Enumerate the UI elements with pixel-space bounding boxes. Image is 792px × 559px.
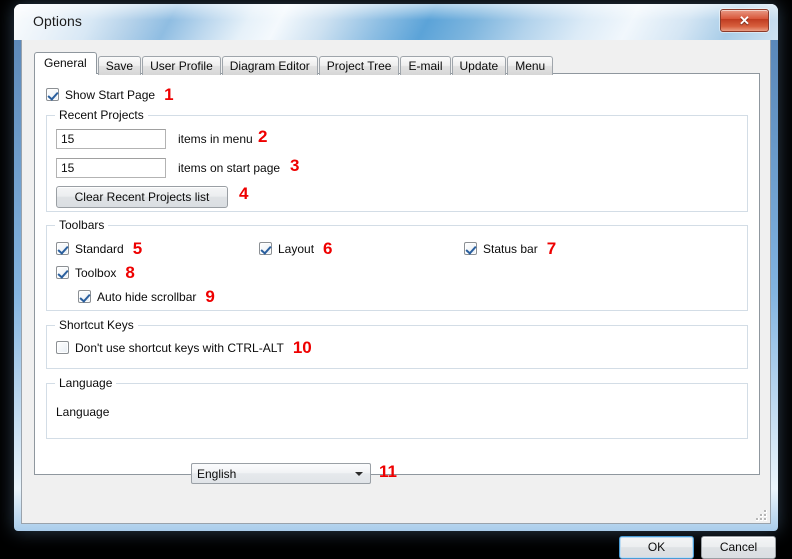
- tab-strip: General Save User Profile Diagram Editor…: [34, 52, 554, 75]
- annotation-3: 3: [290, 156, 300, 175]
- items-in-menu-label: items in menu: [178, 132, 253, 146]
- toolbar-standard-row[interactable]: Standard 5: [56, 240, 142, 257]
- cancel-button[interactable]: Cancel: [701, 536, 776, 559]
- language-field-label: Language: [56, 405, 110, 419]
- tab-page-general: Show Start Page 1 Recent Projects 15 ite…: [34, 73, 760, 484]
- annotation-8: 8: [125, 263, 135, 282]
- annotation-7: 7: [546, 239, 557, 258]
- ok-button[interactable]: OK: [619, 536, 694, 559]
- auto-hide-scrollbar-checkbox[interactable]: [78, 290, 91, 303]
- toolbar-toolbox-label: Toolbox: [75, 265, 117, 280]
- shortcut-keys-group: Shortcut Keys Don't use shortcut keys wi…: [46, 318, 748, 369]
- tab-email[interactable]: E-mail: [400, 56, 451, 75]
- annotation-11: 11: [379, 462, 397, 481]
- show-start-page-row[interactable]: Show Start Page 1: [46, 86, 174, 103]
- annotation-6: 6: [323, 239, 333, 258]
- title-bar[interactable]: Options ✕: [14, 4, 778, 40]
- toolbar-auto-hide-scrollbar-row[interactable]: Auto hide scrollbar 9: [78, 288, 215, 305]
- annotation-1: 1: [164, 85, 174, 104]
- close-icon: ✕: [739, 13, 750, 28]
- toolbar-standard-checkbox[interactable]: [56, 242, 69, 255]
- toolbar-layout-label: Layout: [278, 241, 315, 256]
- tab-user-profile[interactable]: User Profile: [142, 56, 221, 75]
- language-group-title: Language: [55, 376, 117, 390]
- language-select[interactable]: English: [191, 463, 371, 484]
- annotation-9: 9: [205, 287, 215, 306]
- clear-recent-projects-button[interactable]: Clear Recent Projects list: [56, 186, 228, 208]
- toolbars-group-title: Toolbars: [55, 218, 109, 232]
- chevron-down-icon: [355, 472, 363, 476]
- toolbar-layout-row[interactable]: Layout 6: [259, 240, 333, 257]
- resize-grip[interactable]: [755, 509, 767, 521]
- tab-menu[interactable]: Menu: [507, 56, 554, 75]
- language-selected-value: English: [197, 467, 237, 481]
- show-start-page-checkbox[interactable]: [46, 88, 59, 101]
- language-group: Language Language: [46, 376, 748, 439]
- recent-projects-group-title: Recent Projects: [55, 108, 148, 122]
- toolbars-group: Toolbars Standard 5 Layout 6 Status bar: [46, 218, 748, 311]
- items-on-start-page-label: items on start page: [178, 161, 281, 175]
- toolbar-toolbox-checkbox[interactable]: [56, 266, 69, 279]
- toolbar-status-bar-label: Status bar: [483, 241, 538, 256]
- window-title: Options: [33, 13, 82, 29]
- disable-ctrl-alt-shortcuts-label: Don't use shortcut keys with CTRL-ALT: [75, 340, 284, 355]
- items-in-menu-input[interactable]: 15: [56, 129, 166, 149]
- items-on-start-page-input[interactable]: 15: [56, 158, 166, 178]
- dialog-client-area: General Save User Profile Diagram Editor…: [21, 40, 776, 559]
- options-dialog-window: Options ✕ General Save User Profile Diag…: [14, 4, 778, 559]
- shortcut-keys-row[interactable]: Don't use shortcut keys with CTRL-ALT 10: [56, 339, 312, 356]
- toolbar-status-bar-checkbox[interactable]: [464, 242, 477, 255]
- show-start-page-label: Show Start Page: [65, 87, 156, 102]
- annotation-5: 5: [132, 239, 143, 258]
- toolbar-standard-label: Standard: [75, 241, 124, 256]
- tab-project-tree[interactable]: Project Tree: [318, 56, 400, 75]
- annotation-4: 4: [239, 184, 249, 203]
- tab-control: General Save User Profile Diagram Editor…: [34, 52, 760, 484]
- tab-update[interactable]: Update: [451, 56, 507, 75]
- annotation-2: 2: [258, 127, 268, 146]
- close-button[interactable]: ✕: [720, 9, 769, 32]
- tab-diagram-editor[interactable]: Diagram Editor: [221, 56, 318, 75]
- tab-general[interactable]: General: [34, 52, 97, 74]
- toolbar-layout-checkbox[interactable]: [259, 242, 272, 255]
- disable-ctrl-alt-shortcuts-checkbox[interactable]: [56, 341, 69, 354]
- recent-projects-group: Recent Projects 15 items in menu 2 15 it…: [46, 108, 748, 212]
- shortcut-keys-group-title: Shortcut Keys: [55, 318, 138, 332]
- title-bar-glass-background: [14, 4, 778, 40]
- toolbar-status-bar-row[interactable]: Status bar 7: [464, 240, 556, 257]
- toolbar-toolbox-row[interactable]: Toolbox 8: [56, 264, 135, 281]
- tab-save[interactable]: Save: [97, 56, 142, 75]
- annotation-10: 10: [292, 338, 312, 357]
- auto-hide-scrollbar-label: Auto hide scrollbar: [97, 289, 197, 304]
